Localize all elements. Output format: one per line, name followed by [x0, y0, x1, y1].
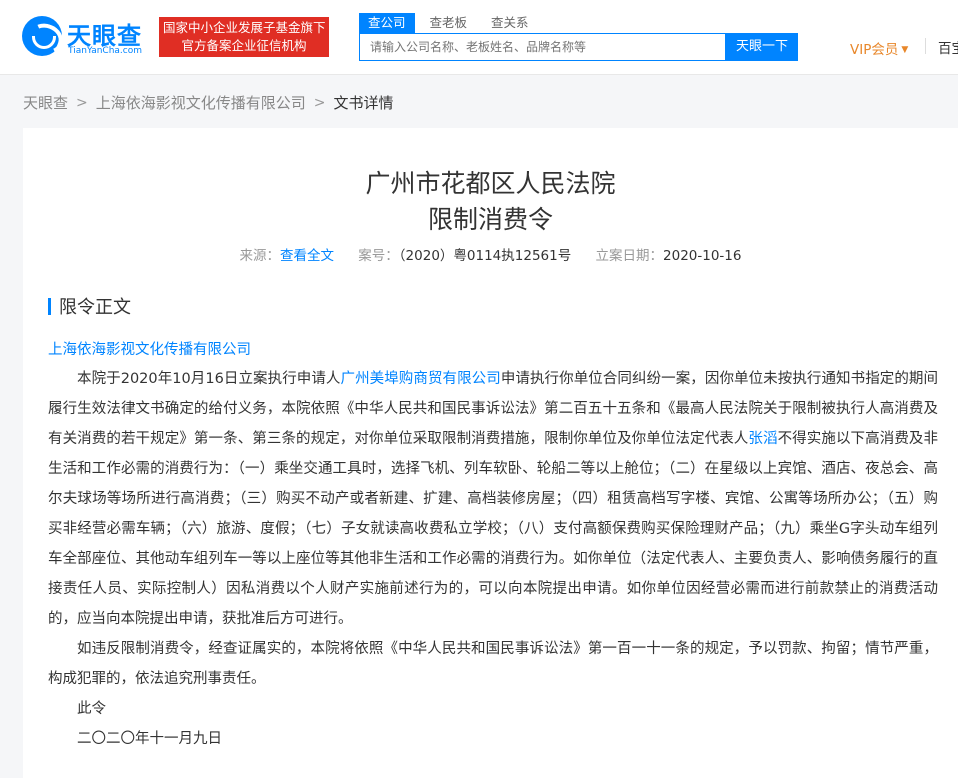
case-label: 案号： — [358, 248, 399, 264]
breadcrumb-home[interactable]: 天眼查 — [23, 92, 68, 113]
search-input[interactable] — [359, 33, 726, 61]
breadcrumb: 天眼查 > 上海依海影视文化传播有限公司 > 文书详情 — [23, 92, 394, 113]
addressee-company-link[interactable]: 上海依海影视文化传播有限公司 — [48, 338, 251, 359]
applicant-company-link[interactable]: 广州美埠购商贸有限公司 — [341, 371, 501, 387]
view-full-text-link[interactable]: 查看全文 — [280, 248, 334, 264]
chevron-right-icon: > — [76, 94, 88, 111]
document-card: 广州市花都区人民法院 限制消费令 来源：查看全文 案号：（2020）粤0114执… — [23, 128, 958, 778]
section-accent-bar — [48, 297, 51, 315]
signed-date: 二〇二〇年十一月九日 — [77, 731, 222, 747]
header-divider — [925, 38, 926, 54]
court-title: 广州市花都区人民法院 — [365, 169, 616, 198]
case-number: （2020）粤0114执12561号 — [398, 248, 572, 264]
document-type-title: 限制消费令 — [427, 205, 553, 234]
legal-representative-link[interactable]: 张滔 — [748, 431, 777, 447]
p1-text-c: 不得实施以下高消费及非生活和工作必需的消费行为：（一）乘坐交通工具时，选择飞机、… — [48, 431, 939, 627]
p1-text-a: 本院于2020年10月16日立案执行申请人 — [77, 371, 341, 387]
vip-label: VIP会员 — [850, 42, 899, 58]
toolbox-link[interactable]: 百宝箱 — [938, 37, 958, 57]
logo-mark-icon — [22, 16, 62, 56]
body-paragraph-2: 如违反限制消费令，经查证属实的，本院将依照《中华人民共和国民事诉讼法》第一百一十… — [48, 641, 938, 687]
breadcrumb-company[interactable]: 上海依海影视文化传播有限公司 — [96, 92, 306, 113]
breadcrumb-current: 文书详情 — [333, 94, 394, 112]
filing-date: 2020-10-16 — [663, 248, 742, 264]
vip-menu[interactable]: VIP会员 ▼ — [850, 38, 908, 58]
document-body: 本院于2020年10月16日立案执行申请人广州美埠购商贸有限公司申请执行你单位合… — [48, 364, 938, 754]
credential-badge: 国家中小企业发展子基金旗下 官方备案企业征信机构 — [159, 17, 329, 57]
closing-text: 此令 — [77, 701, 106, 717]
document-meta: 来源：查看全文 案号：（2020）粤0114执12561号 立案日期：2020-… — [23, 244, 958, 264]
badge-line-1: 国家中小企业发展子基金旗下 — [163, 20, 326, 35]
body-paragraph-1: 本院于2020年10月16日立案执行申请人广州美埠购商贸有限公司申请执行你单位合… — [48, 364, 938, 634]
tab-relation[interactable]: 查关系 — [482, 13, 538, 33]
section-header: 限令正文 — [48, 296, 131, 318]
search-tabs: 查公司 查老板 查关系 — [359, 13, 544, 33]
top-header: 天眼查 TianYanCha.com 国家中小企业发展子基金旗下 官方备案企业征… — [0, 0, 958, 75]
tab-boss[interactable]: 查老板 — [421, 13, 477, 33]
badge-line-2: 官方备案企业征信机构 — [181, 38, 307, 53]
search-button[interactable]: 天眼一下 — [726, 33, 798, 61]
filing-date-label: 立案日期： — [595, 248, 664, 264]
chevron-right-icon: > — [313, 94, 326, 111]
tianyancha-logo[interactable]: 天眼查 TianYanCha.com — [22, 16, 152, 60]
chevron-down-icon: ▼ — [901, 45, 909, 55]
tab-company[interactable]: 查公司 — [359, 13, 415, 33]
source-label: 来源： — [239, 248, 281, 264]
logo-domain: TianYanCha.com — [68, 46, 143, 56]
section-title: 限令正文 — [59, 297, 131, 318]
